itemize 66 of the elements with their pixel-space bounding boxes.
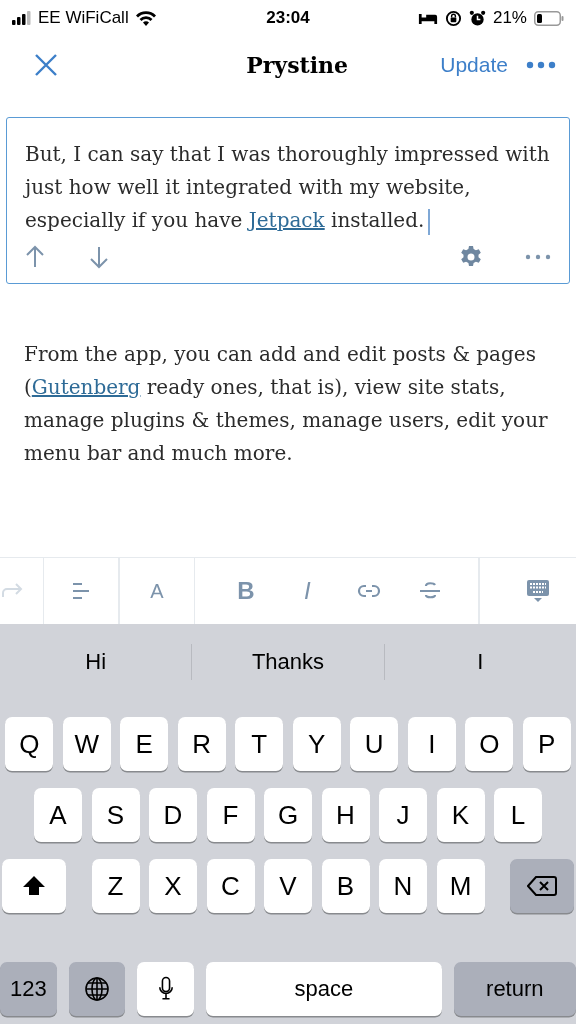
letter-key[interactable]: Z [91, 859, 140, 913]
backspace-key[interactable] [510, 859, 574, 913]
microphone-key[interactable] [137, 962, 194, 1016]
letter-key[interactable]: V [264, 859, 312, 913]
space-key[interactable]: space [205, 962, 442, 1016]
microphone-icon [157, 976, 174, 1002]
letter-key[interactable]: J [379, 788, 427, 842]
text-link[interactable]: Gutenberg [31, 375, 141, 399]
letter-key[interactable]: C [206, 859, 255, 913]
backspace-icon [527, 875, 557, 897]
globe-key[interactable] [68, 962, 126, 1016]
letter-key[interactable]: O [465, 717, 514, 771]
more-icon [526, 61, 556, 69]
suggestion[interactable]: I [384, 649, 576, 675]
letter-key[interactable]: Q [5, 717, 54, 771]
letter-key[interactable]: Y [292, 717, 341, 771]
alarm-clock-icon [468, 9, 486, 27]
letter-key[interactable]: A [34, 788, 82, 842]
letter-key[interactable]: H [321, 788, 370, 842]
letter-key[interactable]: T [235, 717, 284, 771]
more-icon[interactable] [525, 254, 551, 260]
battery-icon [534, 10, 564, 26]
more-button[interactable] [526, 61, 556, 69]
paragraph-text: From the app, you can add and edit posts & pages (Gutenberg ready ones, that is), view site stats, manage plugins & themes, manage users, edit your menu bar and much more. [23, 341, 549, 467]
settings-icon[interactable] [459, 245, 483, 269]
move-up-icon[interactable] [25, 245, 45, 269]
text-link[interactable]: Jetpack [248, 208, 325, 232]
letter-key[interactable]: W [62, 717, 111, 771]
letter-key[interactable]: F [206, 788, 255, 842]
carrier-name: EE WiFiCall [38, 8, 129, 28]
letter-key[interactable]: I [407, 717, 456, 771]
letter-key[interactable]: U [350, 717, 399, 771]
letter-key[interactable]: B [321, 859, 370, 913]
close-icon [34, 53, 58, 77]
letter-key[interactable]: N [379, 859, 427, 913]
page-title: Prystine [246, 52, 349, 78]
shift-key[interactable] [2, 859, 66, 913]
letter-key[interactable]: M [436, 859, 485, 913]
letter-key[interactable]: S [91, 788, 140, 842]
bed-icon [417, 11, 438, 25]
wifi-icon [134, 10, 157, 26]
letter-key[interactable]: K [436, 788, 485, 842]
move-down-icon[interactable] [89, 245, 109, 269]
suggestion[interactable]: Thanks [192, 649, 384, 675]
letter-key[interactable]: P [522, 717, 571, 771]
letter-key[interactable]: E [120, 717, 169, 771]
selected-block[interactable]: But, I can say that I was thoroughly impressed with just how well it integrated with my website, especially if you have Jetpack installed. [6, 117, 570, 284]
signal-icon [12, 11, 32, 25]
text-cursor [428, 208, 431, 235]
letter-key[interactable]: D [149, 788, 197, 842]
suggestion[interactable]: Hi [0, 649, 192, 675]
rotation-lock-icon [444, 9, 462, 27]
return-key[interactable]: return [453, 962, 576, 1016]
close-button[interactable] [34, 53, 58, 77]
numbers-key[interactable]: 123 [0, 962, 57, 1016]
globe-icon [83, 976, 110, 1002]
battery-percent: 21% [492, 8, 527, 28]
letter-key[interactable]: R [177, 717, 226, 771]
letter-key[interactable]: G [264, 788, 312, 842]
block-text: But, I can say that I was thoroughly impressed with just how well it integrated with my website, especially if you have Jetpack installed. [25, 138, 551, 237]
letter-key[interactable]: X [149, 859, 197, 913]
shift-icon [22, 874, 46, 898]
clock-time: 23:04 [266, 8, 310, 28]
update-button[interactable]: Update [440, 53, 508, 77]
letter-key[interactable]: L [494, 788, 542, 842]
keyboard-icon [525, 579, 550, 603]
